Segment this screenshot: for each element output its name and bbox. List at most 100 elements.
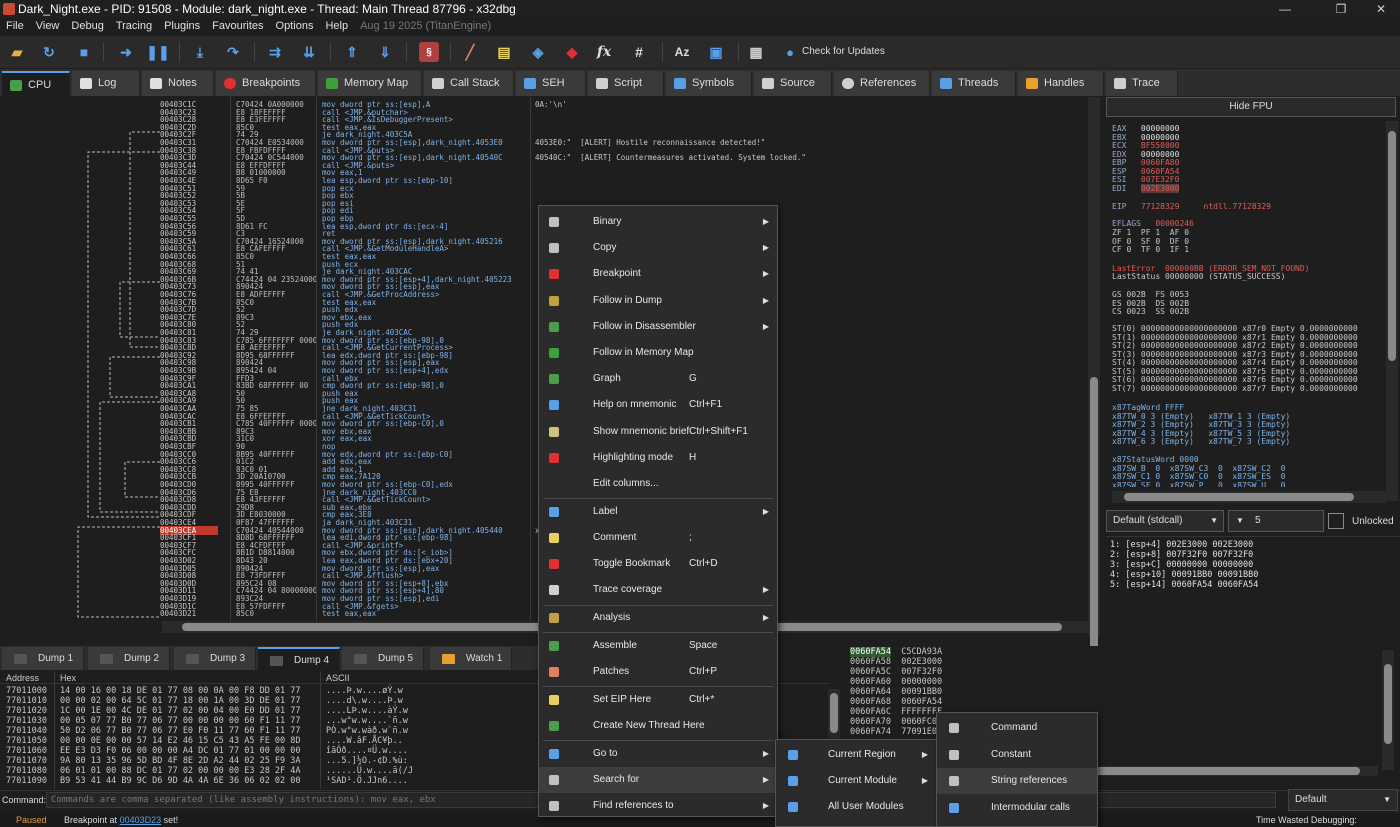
flags-row[interactable]: CF 0 TF 0 IF 1 [1112, 245, 1189, 254]
step-over-icon[interactable]: ↷ [223, 42, 243, 62]
menu-view[interactable]: View [30, 18, 66, 35]
trace-into-icon[interactable]: ⇉ [265, 42, 285, 62]
unlocked-checkbox[interactable] [1328, 513, 1344, 529]
eflags-row[interactable]: EFLAGS 00000246 [1112, 219, 1194, 228]
run-to-user-code-icon[interactable]: ⇓ [375, 42, 395, 62]
menu-item-follow-in-memory-map[interactable]: Follow in Memory Map [539, 340, 777, 366]
registers-hscroll[interactable] [1112, 491, 1386, 503]
tab-call-stack[interactable]: Call Stack [424, 71, 514, 96]
menu-item-follow-in-disassembler[interactable]: Follow in Disassembler ▶ [539, 314, 777, 340]
tab-watch-1[interactable]: Watch 1 [430, 647, 512, 670]
submenu-item-intermodular-calls[interactable]: Intermodular calls [937, 795, 1097, 821]
registers-vscroll[interactable] [1386, 121, 1398, 501]
minimize-button[interactable]: — [1262, 0, 1308, 18]
menu-file[interactable]: File [0, 18, 30, 35]
menu-help[interactable]: Help [319, 18, 354, 35]
tab-dump-1[interactable]: Dump 1 [2, 647, 84, 670]
submenu-item-string-references[interactable]: String references [937, 768, 1097, 794]
hide-fpu-button[interactable]: Hide FPU [1106, 97, 1396, 117]
functions-icon[interactable]: fx [594, 42, 614, 62]
menu-item-edit-columns[interactable]: Edit columns... [539, 471, 777, 497]
argument-count-spinner[interactable]: ▼ 5 [1228, 510, 1324, 532]
submenu-item-command[interactable]: Command [937, 715, 1097, 741]
tab-trace[interactable]: Trace [1106, 71, 1178, 96]
argument-row[interactable]: 1: [esp+4] 002E3000 002E3000 [1110, 540, 1253, 550]
submenu-item-current-module[interactable]: Current Module ▶ [776, 768, 936, 794]
stack-hscroll[interactable] [1052, 766, 1378, 776]
submenu-item-constant[interactable]: Constant [937, 742, 1097, 768]
menu-item-binary[interactable]: Binary ▶ [539, 209, 777, 235]
tab-breakpoints[interactable]: Breakpoints [216, 71, 316, 96]
tab-notes[interactable]: Notes [142, 71, 214, 96]
menu-item-graph[interactable]: Graph G [539, 366, 777, 392]
menu-item-highlighting-mode[interactable]: Highlighting mode H [539, 445, 777, 471]
tab-dump-3[interactable]: Dump 3 [174, 647, 256, 670]
variables-icon[interactable]: # [629, 42, 649, 62]
check-updates-button[interactable]: Check for Updates [802, 46, 885, 57]
menu-item-toggle-bookmark[interactable]: Toggle Bookmark Ctrl+D [539, 551, 777, 577]
disasm-vscroll[interactable] [1088, 97, 1100, 667]
command-mode-select[interactable]: Default ▼ [1288, 789, 1398, 811]
stack-row[interactable]: 0060FA54 C5CDA93A [850, 647, 942, 657]
menu-item-search-for[interactable]: Search for ▶ [539, 766, 777, 793]
register-row[interactable]: EDI 002E3000 [1112, 183, 1180, 193]
submenu-item-all-user-modules[interactable]: All User Modules [776, 794, 936, 820]
restart-icon[interactable]: ↻ [39, 42, 59, 62]
tab-cpu[interactable]: CPU [2, 71, 70, 96]
stack-row[interactable]: 0060FA6C FFFFFFFF [850, 707, 942, 717]
stack-row[interactable]: 0060FA68 0060FA54 [850, 697, 942, 707]
strings-icon[interactable]: Az [672, 42, 692, 62]
log-icon[interactable]: ▣ [706, 42, 726, 62]
stop-icon[interactable]: ■ [74, 42, 94, 62]
tab-log[interactable]: Log [72, 71, 140, 96]
menu-item-go-to[interactable]: Go to ▶ [539, 741, 777, 767]
tab-dump-2[interactable]: Dump 2 [88, 647, 170, 670]
menu-item-set-eip-here[interactable]: Set EIP Here Ctrl+* [539, 687, 777, 713]
close-button[interactable]: ✕ [1358, 0, 1400, 18]
trace-over-icon[interactable]: ⇊ [299, 42, 319, 62]
menu-item-find-references-to[interactable]: Find references to ▶ [539, 793, 777, 819]
argument-row[interactable]: 5: [esp+14] 0060FA54 0060FA54 [1110, 580, 1258, 590]
argument-row[interactable]: 3: [esp+C] 00000000 00000000 [1110, 560, 1253, 570]
fpu-status-row[interactable]: x87SW_SF 0 x87SW_P 0 x87SW_U 0 [1112, 481, 1285, 487]
stack-row[interactable]: 0060FA64 00091BB0 [850, 687, 942, 697]
menu-item-label[interactable]: Label ▶ [539, 499, 777, 525]
tab-symbols[interactable]: Symbols [666, 71, 752, 96]
labels-icon[interactable]: ◈ [528, 42, 548, 62]
menu-item-comment[interactable]: Comment; [539, 525, 777, 551]
pause-icon[interactable]: ❚❚ [146, 42, 169, 62]
tab-threads[interactable]: Threads [932, 71, 1016, 96]
segment-row[interactable]: CS 0023 SS 002B [1112, 307, 1189, 316]
tab-dump-4[interactable]: Dump 4 [258, 647, 340, 670]
stack-row[interactable]: 0060FA70 0060FC00 [850, 717, 942, 727]
calling-convention-select[interactable]: Default (stdcall) ▼ [1106, 510, 1224, 532]
submenu-item-current-region[interactable]: Current Region ▶ [776, 742, 936, 768]
eip-row[interactable]: EIP 77128329 ntdll.77128329 [1112, 202, 1271, 211]
bookmarks-icon[interactable]: ◆ [562, 42, 582, 62]
menu-favourites[interactable]: Favourites [206, 18, 269, 35]
stack-row[interactable]: 0060FA74 77091E0 [850, 727, 937, 737]
tab-dump-5[interactable]: Dump 5 [342, 647, 424, 670]
argument-row[interactable]: 4: [esp+10] 00091BB0 00091BB0 [1110, 570, 1258, 580]
menu-options[interactable]: Options [270, 18, 320, 35]
menu-debug[interactable]: Debug [65, 18, 109, 35]
menu-item-breakpoint[interactable]: Breakpoint ▶ [539, 261, 777, 287]
scylla-icon[interactable]: § [419, 42, 439, 62]
tab-handles[interactable]: Handles [1018, 71, 1104, 96]
open-icon[interactable]: ▰ [7, 42, 27, 62]
menu-item-show-mnemonic-brief[interactable]: Show mnemonic brief Ctrl+Shift+F1 [539, 419, 777, 445]
step-into-icon[interactable]: ⤓ [190, 42, 210, 62]
stack-row[interactable]: 0060FA5C 007F32F0 [850, 667, 942, 677]
tab-source[interactable]: Source [754, 71, 832, 96]
tab-memory-map[interactable]: Memory Map [318, 71, 422, 96]
menu-item-patches[interactable]: Patches Ctrl+P [539, 659, 777, 685]
patches-icon[interactable]: ╱ [460, 42, 480, 62]
menu-tracing[interactable]: Tracing [110, 18, 158, 35]
argument-row[interactable]: 2: [esp+8] 007F32F0 007F32F0 [1110, 550, 1253, 560]
tab-script[interactable]: Script [588, 71, 664, 96]
fpu-tag-row[interactable]: x87TW_6 3 (Empty) x87TW_7 3 (Empty) [1112, 437, 1290, 446]
menu-item-trace-coverage[interactable]: Trace coverage ▶ [539, 577, 777, 603]
stack-row[interactable]: 0060FA60 00000000 [850, 677, 942, 687]
run-icon[interactable]: ➜ [116, 42, 136, 62]
stack-vscroll[interactable] [1382, 650, 1394, 770]
